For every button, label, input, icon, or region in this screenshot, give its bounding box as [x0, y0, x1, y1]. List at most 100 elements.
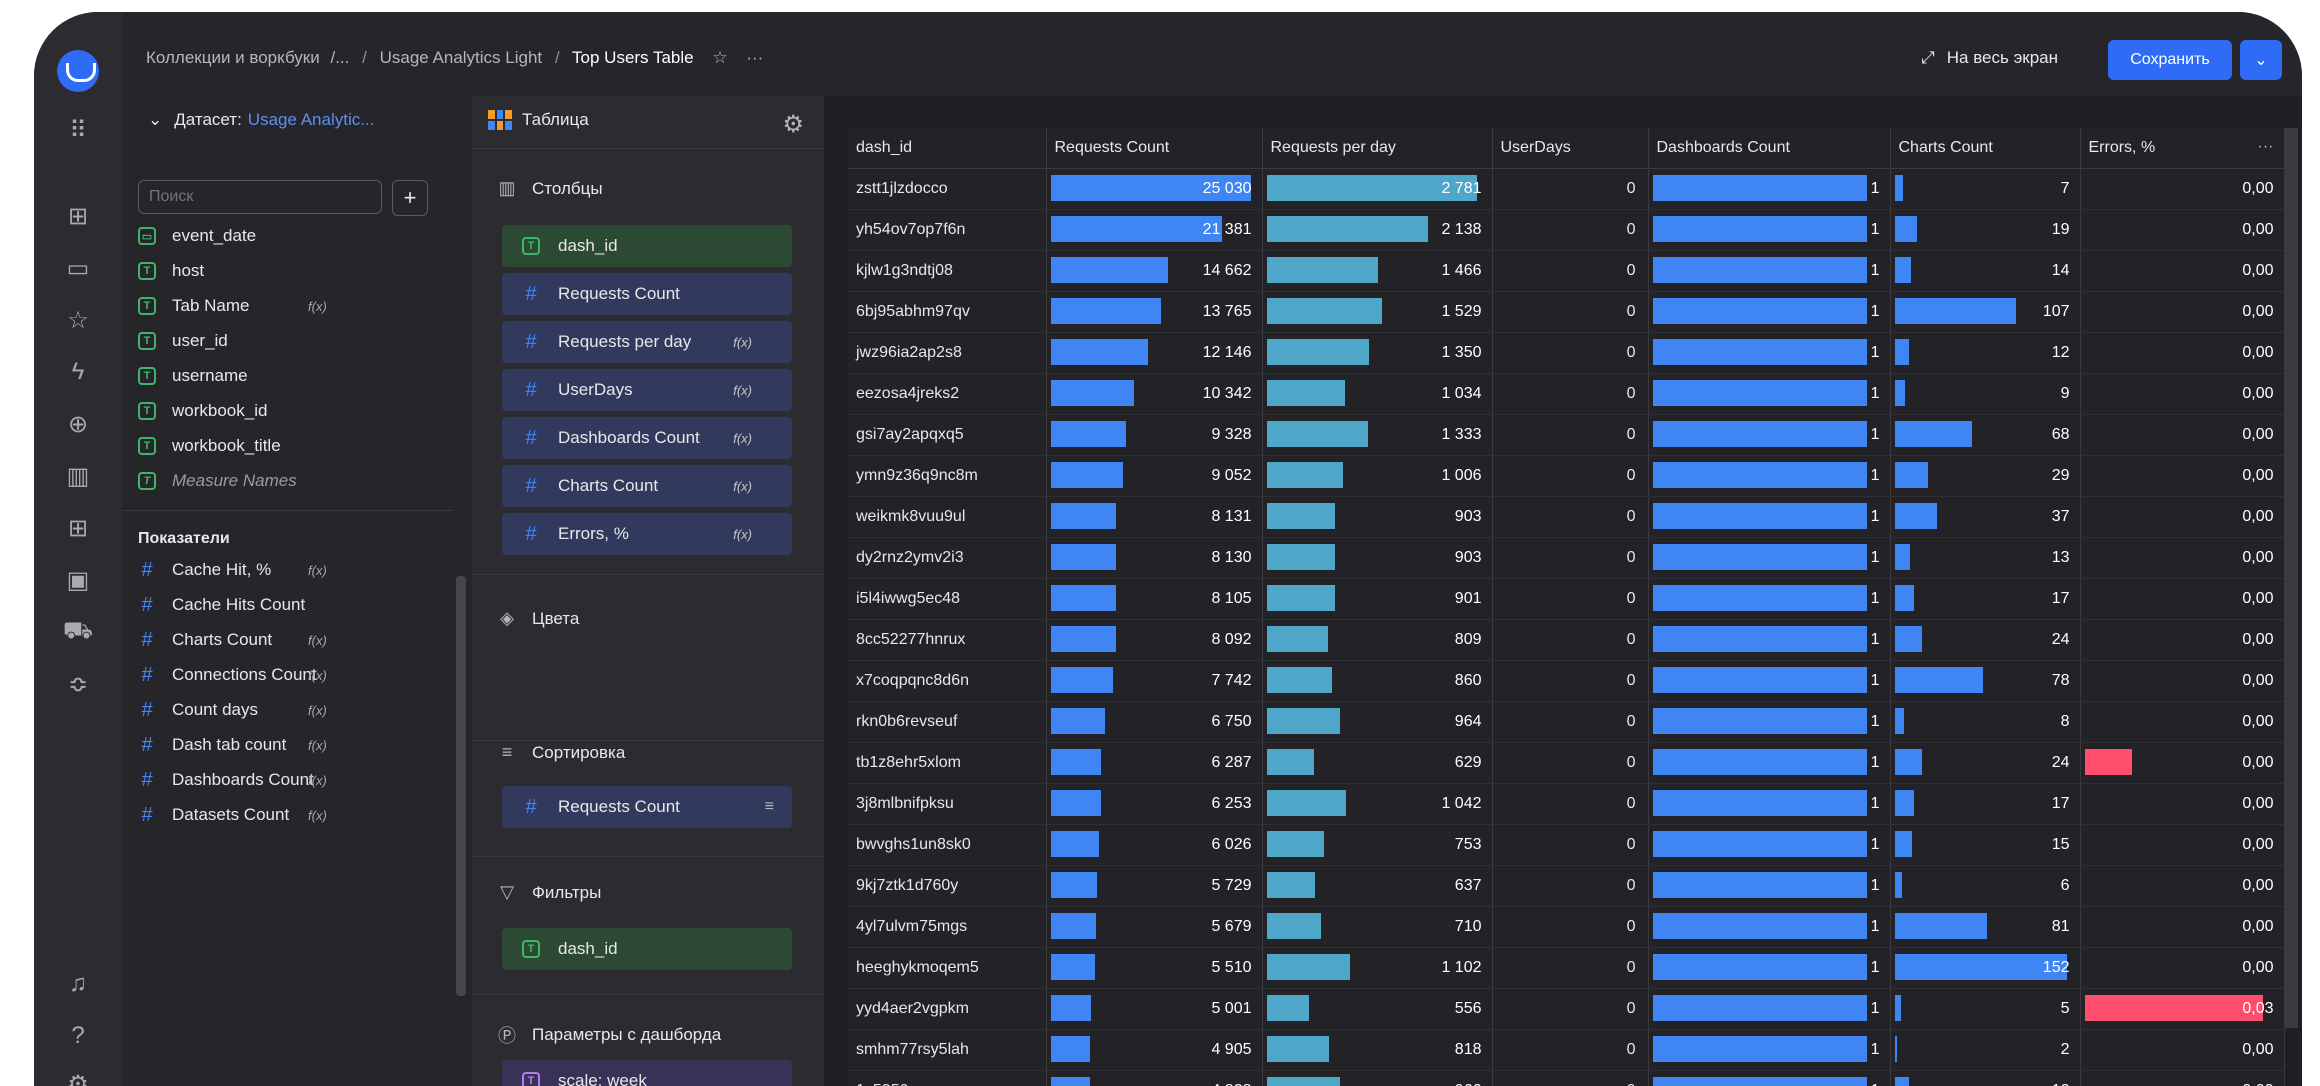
field-event-date[interactable]: ▭ event_date	[138, 220, 418, 252]
table-row[interactable]: x7coqpqnc8d6n 7 742 860 0 1 78 0,00	[848, 660, 2285, 702]
table-row[interactable]: weikmk8vuu9ul 8 131 903 0 1 37 0,00	[848, 496, 2285, 538]
favorites-icon[interactable]: ☆	[56, 300, 100, 340]
dataset-selector[interactable]: ⌄ Датасет: Usage Analytic...	[148, 110, 374, 130]
bell-icon[interactable]: ♫	[56, 964, 100, 1004]
table-row[interactable]: rkn0b6revseuf 6 750 964 0 1 8 0,00	[848, 701, 2285, 743]
field-search-input[interactable]	[138, 180, 382, 214]
table-row[interactable]: 3j8mlbnifpksu 6 253 1 042 0 1 17 0,00	[848, 783, 2285, 825]
favorite-star-icon[interactable]: ☆	[712, 48, 727, 67]
datasets-icon[interactable]: ⊕	[56, 404, 100, 444]
dashboards-icon[interactable]: ⊞	[56, 196, 100, 236]
field-dash-tab-count[interactable]: # Dash tab count f(x)	[138, 729, 418, 761]
table-row[interactable]: heeghykmoqem5 5 510 1 102 0 1 152 0,00	[848, 947, 2285, 989]
collections-icon[interactable]: ▭	[56, 248, 100, 288]
column-header[interactable]: Requests Count	[1046, 128, 1263, 169]
add-field-button[interactable]: +	[392, 180, 428, 216]
cell-value: 1	[1870, 1000, 1880, 1017]
table-row[interactable]: tb1z8ehr5xlom 6 287 629 0 1 24 0,00	[848, 742, 2285, 784]
table-row[interactable]: yyd4aer2vgpkm 5 001 556 0 1 5 0,03	[848, 988, 2285, 1030]
breadcrumb-collections[interactable]: Коллекции и воркбуки	[146, 48, 320, 67]
field-tab-name[interactable]: T Tab Name f(x)	[138, 290, 418, 322]
table-row[interactable]: 9kj7ztk1d760y 5 729 637 0 1 6 0,00	[848, 865, 2285, 907]
save-options-button[interactable]: ⌄	[2240, 40, 2282, 80]
gear-icon[interactable]: ⚙	[782, 110, 804, 139]
field-username[interactable]: Tusername	[138, 360, 418, 392]
filter-chip-dash-id[interactable]: Tdash_id	[502, 928, 792, 970]
chip-label: Requests Count	[558, 284, 680, 303]
cell-value: 0,00	[2242, 959, 2274, 976]
more-menu-button[interactable]: ···	[746, 48, 763, 67]
column-menu-icon[interactable]: ···	[2258, 138, 2274, 156]
visualization-selector[interactable]: Таблица	[488, 110, 589, 130]
scrollbar[interactable]	[456, 576, 466, 996]
field-measure-names[interactable]: T Measure Names	[138, 465, 418, 497]
sort-chip-requests-count[interactable]: # Requests Count ≡	[502, 786, 792, 828]
column-header[interactable]: UserDays	[1492, 128, 1649, 169]
apps-grid-icon[interactable]: ⠿	[56, 110, 100, 150]
breadcrumb-workbook[interactable]: Usage Analytics Light	[380, 48, 543, 67]
field-workbook-id[interactable]: Tworkbook_id	[138, 395, 418, 427]
logo-icon[interactable]	[57, 50, 99, 92]
table-row[interactable]: dy2rnz2ymv2i3 8 130 903 0 1 13 0,00	[848, 537, 2285, 579]
save-button[interactable]: Сохранить	[2108, 40, 2232, 80]
sort-direction-icon[interactable]: ≡	[765, 798, 774, 816]
field-count-days[interactable]: # Count days f(x)	[138, 694, 418, 726]
table-row[interactable]: 4yl7ulvm75mgs 5 679 710 0 1 81 0,00	[848, 906, 2285, 948]
screenshot-icon[interactable]: ▣	[56, 560, 100, 600]
field-user-id[interactable]: Tuser_id	[138, 325, 418, 357]
column-chip-errors[interactable]: # Errors, % f(x)	[502, 513, 792, 555]
column-chip-requests-per-day[interactable]: # Requests per day f(x)	[502, 321, 792, 363]
cell-dashboards-count: 1	[1648, 209, 1891, 251]
column-header[interactable]: Requests per day	[1262, 128, 1493, 169]
cell-dash-id: x7coqpqnc8d6n	[848, 660, 1047, 702]
table-row[interactable]: 8cc52277hnrux 8 092 809 0 1 24 0,00	[848, 619, 2285, 661]
settings-sliders-icon[interactable]: ≎	[56, 664, 100, 704]
table-row[interactable]: i5l4iwwg5ec48 8 105 901 0 1 17 0,00	[848, 578, 2285, 620]
charts-icon[interactable]: ▥	[56, 456, 100, 496]
scrollbar[interactable]	[2284, 128, 2298, 1028]
table-row[interactable]: zstt1jlzdocco 25 030 2 781 0 1 7 0,00	[848, 168, 2285, 210]
wizard-panel: Таблица ⚙ ▥ Столбцы Tdash_id # Requests Co…	[472, 96, 824, 1086]
cell-dash-id: yyd4aer2vgpkm	[848, 988, 1047, 1030]
column-header[interactable]: Errors, % ···	[2080, 128, 2285, 169]
column-header[interactable]: dash_id	[848, 128, 1047, 169]
column-chip-userdays[interactable]: # UserDays f(x)	[502, 369, 792, 411]
field-connections-count[interactable]: # Connections Count f(x)	[138, 659, 418, 691]
fullscreen-button[interactable]: ⤢ На весь экран	[1921, 48, 2058, 68]
column-chip-charts-count[interactable]: # Charts Count f(x)	[502, 465, 792, 507]
param-chip-scale[interactable]: Tscale: week	[502, 1060, 792, 1086]
breadcrumb-ellipsis[interactable]: /...	[330, 48, 349, 67]
bar-fill	[1652, 708, 1867, 734]
field-host[interactable]: Thost	[138, 255, 418, 287]
table-row[interactable]: eezosa4jreks2 10 342 1 034 0 1 9 0,00	[848, 373, 2285, 415]
table-row[interactable]: bwvghs1un8sk0 6 026 753 0 1 15 0,00	[848, 824, 2285, 866]
column-chip-requests-count[interactable]: # Requests Count	[502, 273, 792, 315]
connections-icon[interactable]: ϟ	[56, 352, 100, 392]
field-charts-count[interactable]: # Charts Count f(x)	[138, 624, 418, 656]
column-chip-dash-id[interactable]: Tdash_id	[502, 225, 792, 267]
colors-section-title[interactable]: ◈ Цвета	[496, 608, 579, 629]
field-cache-hits-count[interactable]: # Cache Hits Count	[138, 589, 418, 621]
table-row[interactable]: gsi7ay2apqxq5 9 328 1 333 0 1 68 0,00	[848, 414, 2285, 456]
table-row[interactable]: 6bj95abhm97qv 13 765 1 529 0 1 107 0,00	[848, 291, 2285, 333]
table-row[interactable]: smhm77rsy5lah 4 905 818 0 1 2 0,00	[848, 1029, 2285, 1071]
table-row[interactable]: 1v5350ngrcegq 4 828 966 0 1 12 0,00	[848, 1070, 2285, 1086]
table-row[interactable]: jwz96ia2ap2s8 12 146 1 350 0 1 12 0,00	[848, 332, 2285, 374]
help-icon[interactable]: ?	[56, 1016, 100, 1056]
grid-icon[interactable]: ⊞	[56, 508, 100, 548]
table-row[interactable]: yh54ov7op7f6n 21 381 2 138 0 1 19 0,00	[848, 209, 2285, 251]
column-chip-dashboards-count[interactable]: # Dashboards Count f(x)	[502, 417, 792, 459]
gear-icon[interactable]: ⚙	[56, 1064, 100, 1086]
field-datasets-count[interactable]: # Datasets Count f(x)	[138, 799, 418, 831]
measure-icon: #	[141, 698, 153, 721]
measure-icon: #	[141, 803, 153, 826]
column-header[interactable]: Charts Count	[1890, 128, 2081, 169]
cart-icon[interactable]: ⛟	[56, 612, 100, 652]
field-dashboards-count[interactable]: # Dashboards Count f(x)	[138, 764, 418, 796]
table-row[interactable]: ymn9z36q9nc8m 9 052 1 006 0 1 29 0,00	[848, 455, 2285, 497]
field-workbook-title[interactable]: Tworkbook_title	[138, 430, 418, 462]
cell-dashboards-count: 1	[1648, 947, 1891, 989]
field-cache-hit[interactable]: # Cache Hit, % f(x)	[138, 554, 418, 586]
table-row[interactable]: kjlw1g3ndtj08 14 662 1 466 0 1 14 0,00	[848, 250, 2285, 292]
column-header[interactable]: Dashboards Count	[1648, 128, 1891, 169]
